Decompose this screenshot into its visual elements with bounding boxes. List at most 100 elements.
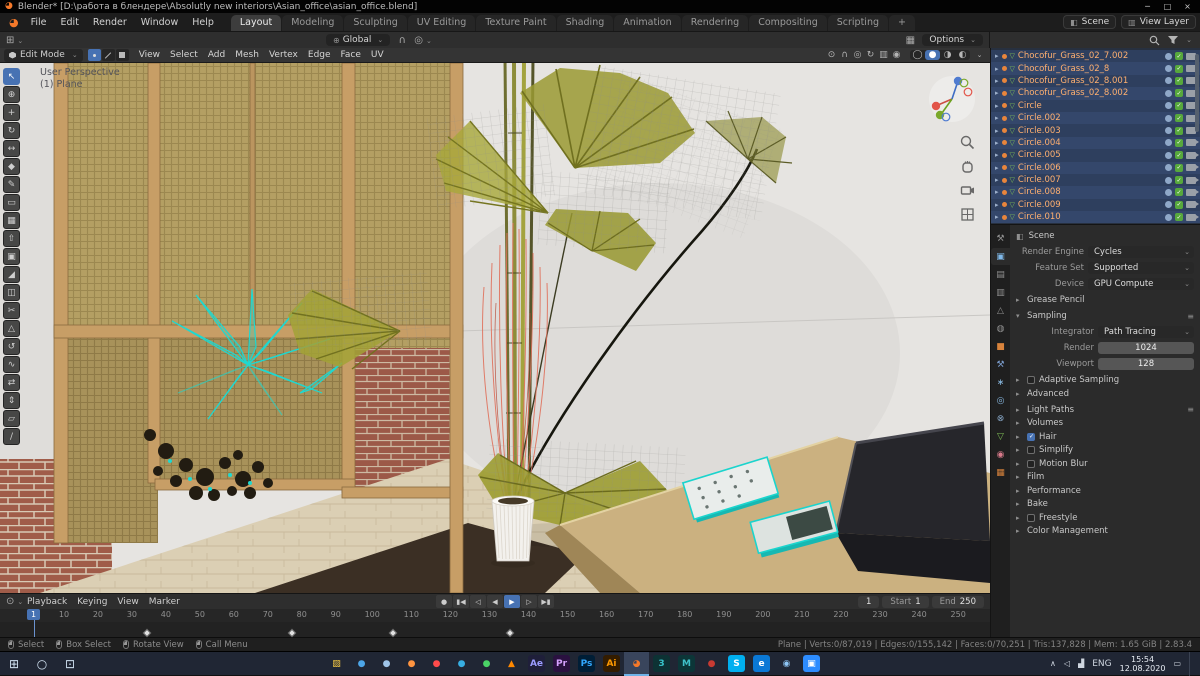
viewport-menu-item[interactable]: Face (336, 50, 366, 60)
workspace-tab[interactable]: Shading (556, 15, 614, 31)
modifier-icon[interactable] (1165, 213, 1172, 221)
overlays-icon[interactable]: ▥ (877, 50, 890, 60)
outliner-item[interactable]: Circle.004 (991, 136, 1200, 150)
properties-section[interactable]: Light Paths ≡ (1016, 403, 1194, 417)
orthographic-grid-icon[interactable] (960, 207, 975, 222)
tool-button[interactable]: ∿ (3, 356, 20, 373)
expand-icon[interactable] (995, 127, 999, 135)
transport-button[interactable]: ▷ (521, 595, 537, 608)
workspace-tab[interactable]: Compositing (749, 15, 827, 31)
taskbar-app-icon[interactable]: Ps (574, 652, 599, 676)
transport-button[interactable]: ▶ (504, 595, 520, 608)
outliner-options-chevron-icon[interactable]: ⌄ (1186, 36, 1192, 44)
visibility-checkbox[interactable] (1175, 64, 1183, 73)
visibility-checkbox[interactable] (1175, 163, 1183, 172)
transform-orientation-select[interactable]: ⊕ Global (326, 34, 391, 46)
tool-button[interactable]: △ (3, 320, 20, 337)
expand-icon[interactable] (995, 164, 999, 172)
workspace-tab[interactable]: Sculpting (344, 15, 407, 31)
tool-button[interactable]: ↖ (3, 68, 20, 85)
zoom-icon[interactable] (960, 135, 975, 150)
view-gizmo-toggle-icon[interactable]: ▦ (903, 35, 917, 46)
viewport-menu-item[interactable]: Vertex (264, 50, 303, 60)
properties-section[interactable]: Freestyle ≡ (1016, 511, 1194, 525)
taskbar-app-icon[interactable]: ● (374, 652, 399, 676)
expand-icon[interactable] (995, 89, 999, 97)
device-select[interactable]: GPU Compute (1088, 278, 1194, 291)
outliner-item[interactable]: Circle.002 (991, 111, 1200, 125)
properties-tab[interactable]: ■ (991, 338, 1010, 355)
properties-tab[interactable]: ◉ (991, 446, 1010, 463)
tool-button[interactable]: ✂ (3, 302, 20, 319)
menu-item[interactable]: File (24, 16, 54, 29)
close-button[interactable]: × (1180, 2, 1195, 11)
expand-icon[interactable] (995, 176, 999, 184)
expand-icon[interactable] (995, 52, 999, 60)
shading-dropdown-icon[interactable]: ⌄ (973, 51, 986, 59)
edge-select-toggle[interactable] (101, 49, 115, 61)
tool-button[interactable]: + (3, 104, 20, 121)
playhead-frame-badge[interactable]: 1 (27, 609, 41, 620)
properties-subsection[interactable]: Advanced (1016, 387, 1194, 401)
tool-button[interactable]: ⇧ (3, 230, 20, 247)
show-desktop-button[interactable] (1189, 651, 1194, 676)
integrator-select[interactable]: Path Tracing (1098, 326, 1194, 339)
expand-icon[interactable] (995, 151, 999, 159)
tool-button[interactable]: ◫ (3, 284, 20, 301)
taskbar-app-icon[interactable]: e (749, 652, 774, 676)
properties-section[interactable]: Bake ≡ (1016, 498, 1194, 512)
camera-view-icon[interactable] (960, 183, 975, 198)
presets-menu-icon[interactable]: ≡ (1187, 405, 1194, 414)
visibility-checkbox[interactable] (1175, 89, 1183, 98)
properties-tab[interactable]: ⊗ (991, 410, 1010, 427)
visibility-checkbox[interactable] (1175, 101, 1183, 110)
material-preview[interactable]: ◑ (940, 50, 955, 60)
outliner-item[interactable]: Circle.010 (991, 211, 1200, 224)
workspace-tab[interactable]: Texture Paint (476, 15, 556, 31)
expand-icon[interactable] (995, 201, 999, 209)
scene-selector[interactable]: ◧ Scene (1063, 15, 1117, 29)
expand-icon[interactable] (995, 77, 999, 85)
outliner-item[interactable]: Circle.007 (991, 173, 1200, 187)
viewport-menu-item[interactable]: Mesh (230, 50, 264, 60)
visibility-checkbox[interactable] (1175, 126, 1183, 135)
properties-tab[interactable]: ∗ (991, 374, 1010, 391)
filter-funnel-icon[interactable] (1167, 35, 1179, 45)
outliner-item[interactable]: Circle.005 (991, 149, 1200, 162)
transport-button[interactable]: ▶▮ (538, 595, 554, 608)
section-checkbox[interactable] (1027, 376, 1035, 385)
solid[interactable]: ● (925, 50, 940, 60)
language-indicator[interactable]: ENG (1092, 659, 1111, 669)
taskbar-app-icon[interactable]: ▨ (324, 652, 349, 676)
viewport-menu-item[interactable]: Edge (303, 50, 336, 60)
workspace-tab[interactable]: UV Editing (407, 15, 476, 31)
properties-section[interactable]: Film ≡ (1016, 471, 1194, 485)
visibility-checkbox[interactable] (1175, 114, 1183, 123)
taskbar-app-icon[interactable]: ◉ (774, 652, 799, 676)
wireframe[interactable]: ◯ (910, 50, 925, 60)
snap-magnet-icon[interactable]: ∩ (838, 50, 851, 60)
tool-button[interactable]: ▭ (3, 194, 20, 211)
rendered[interactable]: ◐ (955, 50, 970, 60)
frame-start-field[interactable]: Start 1 (882, 595, 929, 608)
proportional-editing-icon[interactable]: ◎ (414, 35, 428, 46)
modifier-icon[interactable] (1165, 201, 1172, 209)
timeline-editor-type-icon[interactable]: ⊙ (6, 596, 20, 607)
expand-icon[interactable] (995, 188, 999, 196)
visibility-checkbox[interactable] (1175, 200, 1183, 209)
tool-button[interactable]: ◆ (3, 158, 20, 175)
workspace-tab[interactable]: Modeling (282, 15, 344, 31)
menu-item[interactable]: Edit (54, 16, 86, 29)
workspace-tab[interactable]: Rendering (681, 15, 749, 31)
viewport-menu-item[interactable]: UV (366, 50, 389, 60)
modifier-icon[interactable] (1165, 127, 1172, 135)
taskbar-app-icon[interactable]: S (724, 652, 749, 676)
outliner-item[interactable]: Circle.009 (991, 198, 1200, 212)
properties-section[interactable]: Hair ≡ (1016, 430, 1194, 444)
network-icon[interactable]: ▟ (1078, 659, 1084, 668)
section-sampling[interactable]: Sampling ≡ (1016, 310, 1194, 324)
start-button[interactable]: ⊞ (0, 652, 28, 676)
outliner-item[interactable]: Chocofur_Grass_02_8.001 (991, 74, 1200, 88)
timeline-menu-item[interactable]: Keying (72, 597, 112, 607)
properties-section[interactable]: Motion Blur ≡ (1016, 457, 1194, 471)
